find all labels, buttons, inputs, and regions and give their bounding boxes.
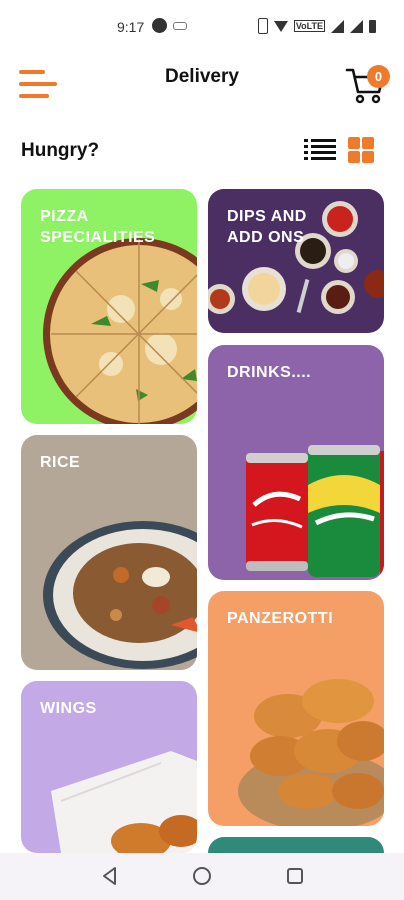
category-label: DRINKS.... (227, 364, 312, 381)
bluetooth-icon (257, 18, 268, 34)
category-card-panzerotti[interactable]: PANZEROTTI (208, 591, 384, 826)
signal-icon (331, 19, 344, 33)
list-view-icon (304, 139, 336, 160)
category-label: DIPS and ADD ONS (227, 208, 307, 246)
wifi-icon (273, 20, 288, 32)
phone-call-icon (152, 18, 167, 33)
category-card-wings[interactable]: WINGS (21, 681, 197, 853)
battery-icon (369, 19, 376, 33)
cart-count-badge: 0 (367, 65, 390, 88)
page-title: Delivery (165, 66, 239, 87)
category-label: WINGS (40, 700, 97, 717)
recents-icon[interactable] (284, 865, 306, 887)
back-icon[interactable] (99, 865, 121, 887)
category-card-dips[interactable]: DIPS and ADD ONS (208, 189, 384, 333)
volte-icon: VoLTE (293, 20, 325, 32)
list-view-button[interactable] (304, 138, 336, 162)
category-label: PANZEROTTI (227, 610, 334, 627)
category-label: PIZZA SPECIALITIES (40, 208, 156, 246)
category-card-drinks[interactable]: DRINKS.... (208, 345, 384, 580)
system-nav-bar (0, 853, 404, 900)
home-icon[interactable] (191, 865, 213, 887)
grid-view-icon[interactable] (348, 137, 374, 163)
category-card-pizza[interactable]: PIZZA SPECIALITIES (21, 189, 197, 424)
voicemail-icon (173, 21, 187, 30)
category-label: RICE (40, 454, 81, 471)
status-bar: 9:17 VoLTE (0, 0, 404, 56)
status-time: 9:17 (117, 19, 145, 35)
signal-icon (350, 19, 363, 33)
section-title: Hungry? (21, 140, 100, 161)
category-card-rice[interactable]: RICE (21, 435, 197, 670)
